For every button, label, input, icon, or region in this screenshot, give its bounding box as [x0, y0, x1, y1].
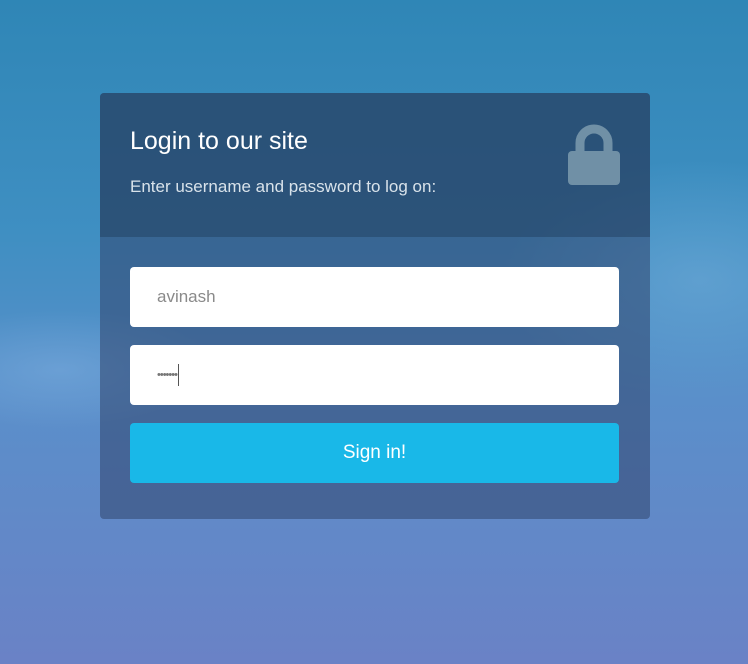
- password-input[interactable]: •••••••: [130, 345, 619, 405]
- login-card: Login to our site Enter username and pas…: [100, 93, 650, 519]
- login-subtitle: Enter username and password to log on:: [130, 177, 437, 196]
- page-title: Login to our site: [130, 127, 308, 155]
- login-header: Login to our site Enter username and pas…: [100, 93, 650, 237]
- username-input[interactable]: avinash: [130, 267, 619, 327]
- text-caret: [177, 364, 179, 386]
- sign-in-button[interactable]: Sign in!: [130, 423, 619, 483]
- username-value: avinash: [157, 287, 216, 306]
- password-value: •••••••: [157, 369, 178, 381]
- lock-icon: [568, 124, 620, 185]
